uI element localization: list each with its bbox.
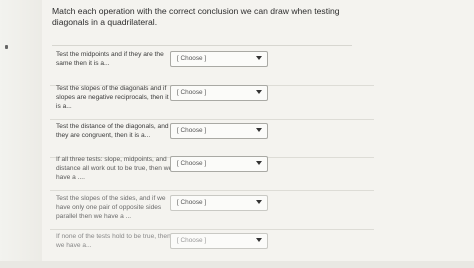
question-panel: Match each operation with the correct co… — [42, 0, 474, 261]
answer-dropdown[interactable]: [ Choose ] — [170, 195, 268, 211]
question-text: Match each operation with the correct co… — [52, 6, 340, 27]
chevron-down-icon — [256, 90, 262, 94]
match-prompt: Test the slopes of the sides, and if we … — [56, 195, 166, 220]
match-row: Test the slopes of the sides, and if we … — [42, 192, 474, 230]
chevron-down-icon — [256, 128, 262, 132]
chevron-down-icon — [256, 56, 262, 60]
match-prompt: Test the distance of the diagonals, and … — [56, 123, 174, 139]
dropdown-value: [ Choose ] — [177, 127, 207, 134]
page-marker — [5, 45, 8, 49]
chevron-down-icon — [256, 200, 262, 204]
answer-dropdown[interactable]: [ Choose ] — [170, 123, 268, 139]
match-row: Test the slopes of the diagonals and if … — [42, 82, 474, 120]
row-separator — [50, 190, 374, 191]
answer-dropdown[interactable]: [ Choose ] — [170, 51, 268, 67]
dropdown-value: [ Choose ] — [177, 199, 207, 206]
dropdown-value: [ Choose ] — [177, 55, 207, 62]
answer-dropdown[interactable]: [ Choose ] — [170, 156, 268, 172]
dropdown-value: [ Choose ] — [177, 160, 207, 167]
answer-dropdown[interactable]: [ Choose ] — [170, 233, 268, 249]
match-prompt: Test the midpoints and if they are the s… — [56, 51, 164, 67]
chevron-down-icon — [256, 238, 262, 242]
match-row: Test the midpoints and if they are the s… — [42, 48, 474, 86]
match-prompt: Test the slopes of the diagonals and if … — [56, 85, 169, 110]
dropdown-value: [ Choose ] — [177, 237, 207, 244]
match-prompt: If none of the tests hold to be true, th… — [56, 233, 171, 249]
dropdown-value: [ Choose ] — [177, 89, 207, 96]
match-row: If none of the tests hold to be true, th… — [42, 230, 474, 268]
match-prompt: If all three tests: slope, midpoints, an… — [56, 156, 173, 181]
divider — [52, 45, 352, 46]
answer-dropdown[interactable]: [ Choose ] — [170, 85, 268, 101]
chevron-down-icon — [256, 161, 262, 165]
match-row: If all three tests: slope, midpoints, an… — [42, 153, 474, 191]
left-margin — [0, 0, 42, 261]
